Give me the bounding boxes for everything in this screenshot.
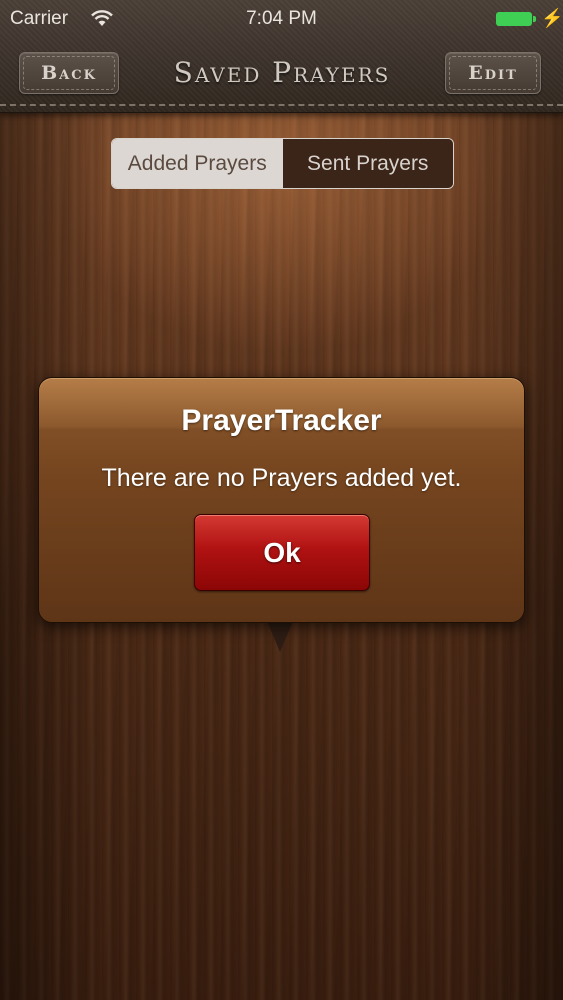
ok-button[interactable]: Ok bbox=[194, 514, 370, 591]
alert-title: PrayerTracker bbox=[181, 404, 382, 437]
edit-button[interactable]: Edit bbox=[445, 52, 541, 94]
back-button[interactable]: Back bbox=[19, 52, 119, 94]
status-time: 7:04 PM bbox=[246, 8, 317, 29]
status-bar: Carrier 7:04 PM ⚡ bbox=[0, 0, 563, 38]
battery-tip bbox=[533, 16, 536, 22]
page-title: Saved Prayers bbox=[173, 56, 391, 89]
leather-stitch bbox=[0, 104, 563, 106]
segmented-control: Added Prayers Sent Prayers bbox=[111, 138, 454, 189]
alert-message: There are no Prayers added yet. bbox=[101, 464, 462, 492]
edit-button-stitch bbox=[449, 56, 537, 90]
bolt-icon: ⚡ bbox=[541, 8, 563, 28]
alert-dialog: PrayerTracker There are no Prayers added… bbox=[38, 377, 525, 623]
back-button-stitch bbox=[23, 56, 115, 90]
segment-added-prayers[interactable]: Added Prayers bbox=[112, 139, 283, 188]
battery-icon bbox=[496, 12, 532, 26]
segment-sent-prayers[interactable]: Sent Prayers bbox=[282, 139, 453, 188]
navigation-bar: Carrier 7:04 PM ⚡ Back Saved Prayers Edi… bbox=[0, 0, 563, 113]
